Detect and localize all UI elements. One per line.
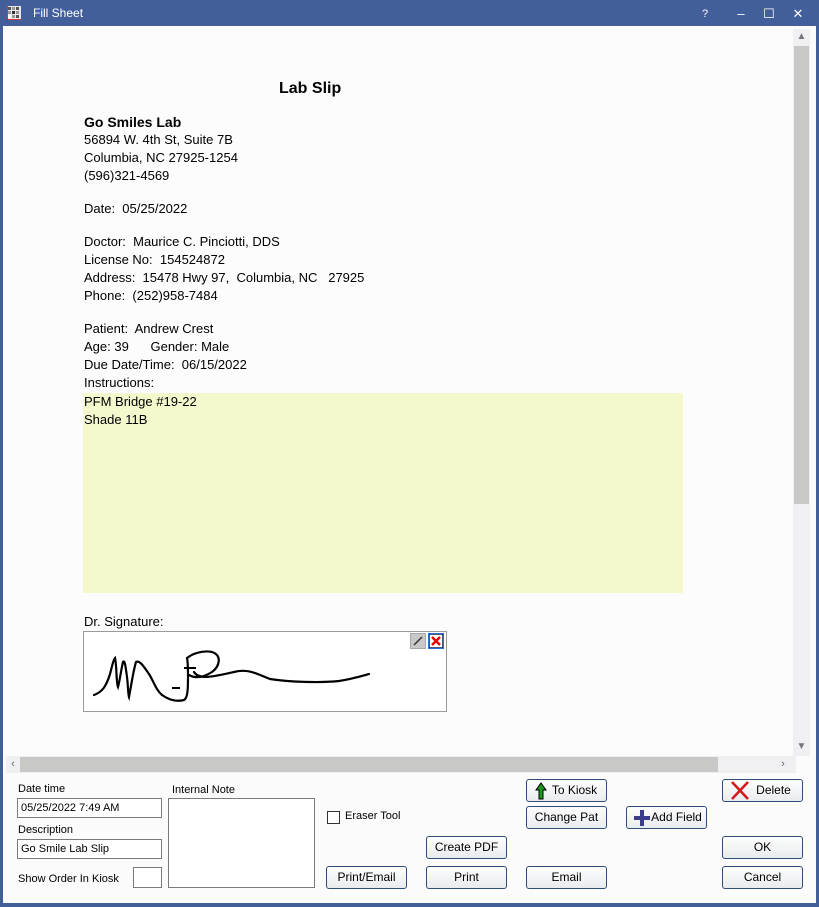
license-line: License No: 154524872 — [84, 252, 225, 267]
delete-label: Delete — [756, 783, 791, 797]
signature-label: Dr. Signature: — [84, 614, 164, 629]
email-button[interactable]: Email — [526, 866, 607, 889]
cancel-button[interactable]: Cancel — [722, 866, 803, 889]
print-email-button[interactable]: Print/Email — [326, 866, 407, 889]
sheet-title: Lab Slip — [279, 80, 342, 97]
print-button[interactable]: Print — [426, 866, 507, 889]
signature-stroke — [92, 650, 371, 702]
show-order-field[interactable] — [133, 867, 162, 888]
plus-icon — [634, 810, 650, 826]
up-arrow-icon — [535, 782, 547, 800]
doctor-phone-line: Phone: (252)958-7484 — [84, 288, 218, 303]
horizontal-scrollbar[interactable]: ‹ › — [6, 756, 796, 773]
horizontal-scroll-thumb[interactable] — [20, 757, 718, 772]
minimize-button[interactable]: – — [727, 3, 755, 25]
scroll-right-icon[interactable]: › — [776, 756, 790, 773]
date-time-label: Date time — [18, 783, 66, 795]
title-bar: Fill Sheet ? – ☐ ✕ — [0, 0, 819, 27]
doctor-line: Doctor: Maurice C. Pinciotti, DDS — [84, 234, 280, 249]
instructions-field[interactable]: PFM Bridge #19-22 Shade 11B — [83, 393, 683, 593]
vertical-scrollbar[interactable]: ▲ ▼ — [793, 29, 810, 756]
patient-line: Patient: Andrew Crest — [84, 321, 214, 336]
window-title: Fill Sheet — [33, 6, 84, 20]
internal-note-field[interactable] — [168, 798, 315, 888]
description-label: Description — [18, 824, 74, 836]
create-pdf-button[interactable]: Create PDF — [426, 836, 507, 859]
pen-icon[interactable] — [410, 633, 426, 649]
lab-name: Go Smiles Lab — [84, 114, 182, 130]
scroll-up-icon[interactable]: ▲ — [793, 29, 810, 45]
doctor-address-line: Address: 15478 Hwy 97, Columbia, NC 2792… — [84, 270, 365, 285]
to-kiosk-button[interactable]: To Kiosk — [526, 779, 607, 802]
change-pat-button[interactable]: Change Pat — [526, 806, 607, 829]
fill-sheet-window: Fill Sheet ? – ☐ ✕ Lab Slip Go Smiles La… — [0, 0, 819, 907]
close-button[interactable]: ✕ — [784, 3, 812, 25]
ok-button[interactable]: OK — [722, 836, 803, 859]
date-time-field[interactable]: 05/25/2022 7:49 AM — [17, 798, 162, 818]
scroll-left-icon[interactable]: ‹ — [6, 756, 20, 773]
add-field-label: Add Field — [651, 810, 702, 824]
description-field[interactable]: Go Smile Lab Slip — [17, 839, 162, 859]
lab-phone: (596)321-4569 — [84, 168, 170, 183]
grid-app-icon — [7, 6, 21, 20]
maximize-button[interactable]: ☐ — [755, 3, 783, 25]
eraser-tool-checkbox[interactable] — [327, 811, 340, 824]
clear-signature-icon[interactable] — [428, 633, 444, 649]
lab-address-2: Columbia, NC 27925-1254 — [84, 150, 238, 165]
signature-box[interactable] — [83, 631, 447, 712]
instructions-label: Instructions: — [84, 375, 155, 390]
instructions-line: PFM Bridge #19-22 — [84, 394, 197, 409]
delete-button[interactable]: Delete — [722, 779, 803, 802]
instructions-line: Shade 11B — [84, 412, 148, 427]
help-button[interactable]: ? — [691, 3, 719, 25]
lab-address-1: 56894 W. 4th St, Suite 7B — [84, 132, 233, 147]
scroll-down-icon[interactable]: ▼ — [793, 739, 810, 755]
date-line: Date: 05/25/2022 — [84, 201, 188, 216]
delete-x-icon — [731, 781, 749, 800]
due-date-line: Due Date/Time: 06/15/2022 — [84, 357, 247, 372]
add-field-button[interactable]: Add Field — [626, 806, 707, 829]
vertical-scroll-thumb[interactable] — [794, 46, 809, 504]
show-order-label: Show Order In Kiosk — [18, 873, 119, 885]
eraser-tool-label: Eraser Tool — [345, 810, 401, 822]
age-gender-line: Age: 39 Gender: Male — [84, 339, 230, 354]
internal-note-label: Internal Note — [172, 784, 235, 796]
sheet-canvas: Lab Slip Go Smiles Lab 56894 W. 4th St, … — [3, 26, 793, 756]
to-kiosk-label: To Kiosk — [551, 783, 598, 797]
client-area: Lab Slip Go Smiles Lab 56894 W. 4th St, … — [3, 26, 816, 903]
